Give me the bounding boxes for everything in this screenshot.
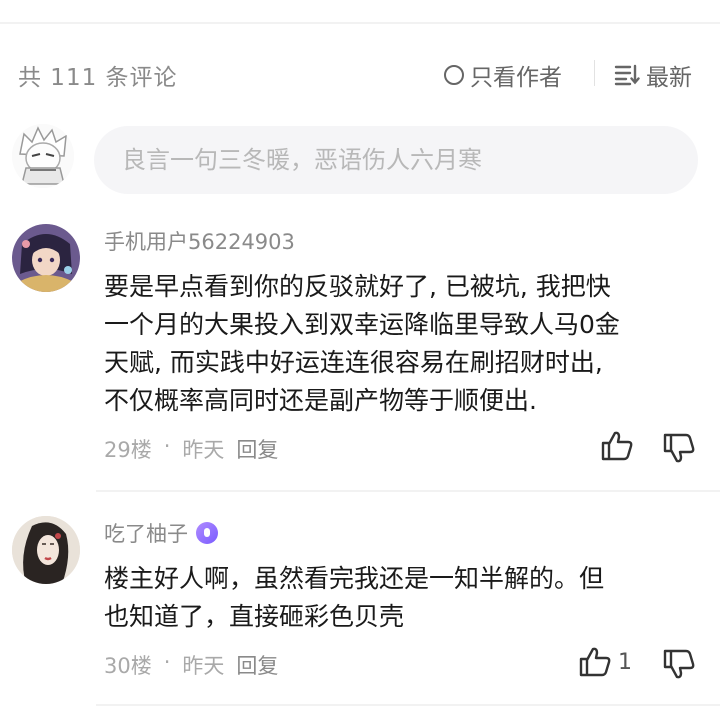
thumbs-up-icon — [601, 431, 633, 461]
like-button[interactable] — [600, 430, 640, 462]
row-divider — [96, 490, 720, 492]
comment-username[interactable]: 手机用户56224903 — [104, 226, 295, 256]
comment-composer — [0, 120, 720, 200]
thumbs-down-icon — [663, 649, 695, 679]
header-separator — [594, 60, 595, 86]
sort-label: 最新 — [646, 65, 692, 91]
comment-input[interactable] — [94, 126, 698, 194]
comment-count: 共 111 条评论 — [18, 65, 178, 91]
user-avatar[interactable] — [12, 224, 80, 292]
only-author-filter[interactable]: 只看作者 — [444, 58, 562, 92]
row-divider — [96, 704, 720, 706]
sort-icon — [614, 64, 640, 86]
meta-separator: · — [163, 434, 171, 458]
like-count: 1 — [618, 649, 632, 675]
thumbs-down-icon — [663, 433, 695, 463]
only-author-label: 只看作者 — [470, 65, 562, 91]
reply-button[interactable]: 回复 — [236, 650, 278, 680]
comment-time: 昨天 — [182, 438, 225, 462]
circle-icon — [444, 65, 464, 85]
floor-number: 29楼 — [104, 438, 152, 462]
dislike-button[interactable] — [662, 648, 696, 684]
comment-item: 吃了柚子 楼主好人啊，虽然看完我还是一知半解的。但 也知道了，直接砸彩色贝壳 3… — [0, 512, 720, 706]
reply-button[interactable]: 回复 — [236, 434, 278, 464]
comment-meta: 29楼 · 昨天 回复 — [104, 434, 278, 464]
comment-username[interactable]: 吃了柚子 — [104, 518, 218, 548]
like-button[interactable]: 1 — [578, 646, 632, 678]
my-avatar — [12, 124, 74, 188]
comment-item: 手机用户56224903 要是早点看到你的反驳就好了, 已被坑, 我把快 一个月… — [0, 220, 720, 492]
dislike-button[interactable] — [662, 432, 696, 468]
top-divider — [0, 22, 720, 24]
comment-text: 要是早点看到你的反驳就好了, 已被坑, 我把快 一个月的大果投入到双幸运降临里导… — [104, 272, 620, 415]
floor-number: 30楼 — [104, 654, 152, 678]
member-badge-icon — [196, 522, 218, 544]
user-avatar[interactable] — [12, 516, 80, 584]
meta-separator: · — [163, 650, 171, 674]
thumbs-up-icon — [579, 647, 611, 677]
comment-text: 楼主好人啊，虽然看完我还是一知半解的。但 也知道了，直接砸彩色贝壳 — [104, 564, 605, 631]
comments-header: 共 111 条评论 只看作者 最新 — [0, 48, 720, 98]
sort-latest-button[interactable]: 最新 — [614, 58, 692, 92]
comment-time: 昨天 — [182, 654, 225, 678]
comment-meta: 30楼 · 昨天 回复 — [104, 650, 278, 680]
